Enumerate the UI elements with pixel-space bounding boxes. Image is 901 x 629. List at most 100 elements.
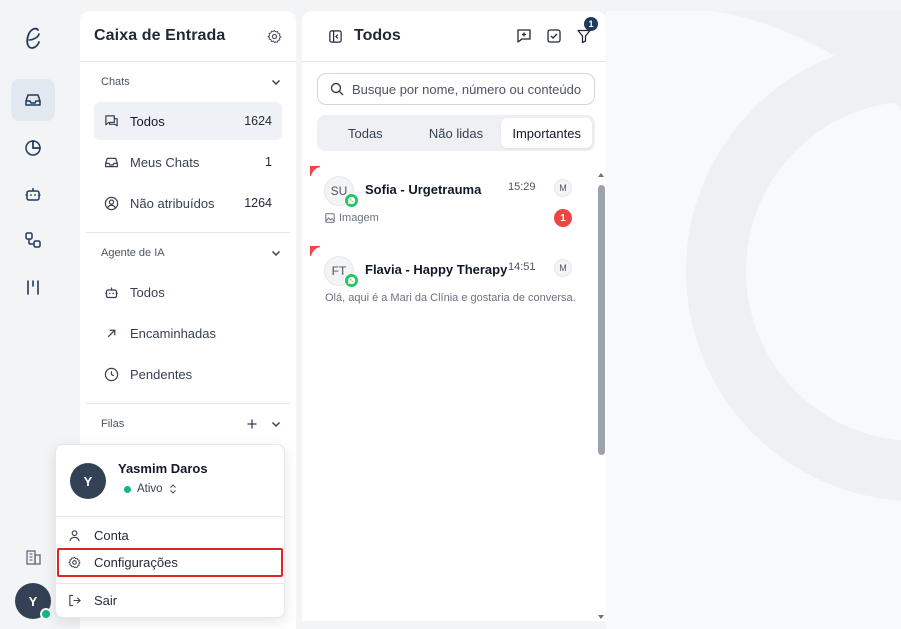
nav-item-label: Todos [130, 113, 165, 129]
scrollbar-thumb[interactable] [598, 185, 605, 455]
gear-icon [68, 556, 81, 569]
section-queues-label: Filas [101, 418, 125, 430]
nav-item-meus-chats[interactable]: Meus Chats 1 [94, 143, 282, 181]
search-input[interactable] [352, 81, 582, 97]
avatar-initial: Y [28, 593, 38, 609]
user-avatar: Y [70, 463, 106, 499]
message-time: 14:51 [508, 261, 536, 273]
plus-icon[interactable] [246, 418, 258, 430]
section-chats-label: Chats [101, 76, 130, 88]
user-circle-icon [104, 196, 119, 211]
message-time: 15:29 [508, 181, 536, 193]
rail-inbox-button[interactable] [11, 79, 55, 121]
new-chat-icon[interactable] [516, 28, 532, 44]
nav-item-ai-todos[interactable]: Todos [94, 273, 282, 311]
rail-reports-button[interactable] [11, 127, 55, 169]
clock-icon [104, 367, 119, 382]
gear-icon[interactable] [267, 29, 282, 44]
chevron-down-icon[interactable] [270, 76, 282, 88]
status-label: Ativo [137, 483, 163, 495]
filter-tabs: Todas Não lidas Importantes [317, 115, 595, 151]
message-preview: Olá, aqui é a Mari da Clínia e gostaria … [325, 292, 575, 304]
message-preview: Imagem [325, 212, 575, 224]
section-chats-header[interactable]: Chats [80, 62, 296, 102]
arrow-up-right-icon [104, 326, 119, 341]
conversation-item[interactable]: FT Flavia - Happy Therapy 14:51 M Olá, a… [310, 246, 596, 322]
nav-item-todos[interactable]: Todos 1624 [94, 102, 282, 140]
menu-item-label: Sair [94, 592, 118, 608]
user-status-selector[interactable]: Ativo [124, 483, 177, 495]
checkbox-select-icon[interactable] [546, 28, 562, 44]
tab-importantes[interactable]: Importantes [501, 118, 593, 148]
filter-badge: 1 [584, 17, 598, 31]
contact-name: Sofia - Urgetrauma [365, 182, 482, 197]
nav-item-count: 1264 [244, 196, 272, 210]
menu-item-sair[interactable]: Sair [58, 587, 282, 613]
assignee-avatar: M [554, 259, 572, 277]
rail-organization-button[interactable] [11, 536, 55, 578]
background-decoration [676, 11, 901, 501]
menu-item-label: Conta [94, 527, 129, 543]
nav-item-label: Meus Chats [130, 154, 200, 170]
important-marker [310, 166, 320, 176]
sidebar-toggle-icon[interactable] [328, 29, 343, 44]
preview-text: Olá, aqui é a Mari da Clínia e gostaria … [325, 292, 575, 304]
preview-text: Imagem [339, 212, 379, 224]
rail-kanban-button[interactable] [11, 266, 55, 308]
rail-bots-button[interactable] [11, 173, 55, 215]
user-avatar-button[interactable]: Y [15, 583, 52, 620]
nav-item-count: 1 [265, 155, 272, 169]
scrollbar[interactable] [596, 171, 606, 621]
rail-flows-button[interactable] [11, 219, 55, 261]
assignee-avatar: M [554, 179, 572, 197]
chat-list-title: Todos [354, 27, 401, 44]
scroll-up-arrow[interactable] [596, 171, 606, 179]
section-ai-label: Agente de IA [101, 247, 165, 259]
app-logo[interactable] [21, 26, 45, 52]
nav-item-label: Não atribuídos [130, 195, 215, 211]
online-status-dot [40, 608, 52, 620]
nav-item-pendentes[interactable]: Pendentes [94, 355, 282, 393]
menu-item-configuracoes[interactable]: Configurações [57, 548, 283, 577]
building-icon [24, 548, 42, 566]
user-name: Yasmim Daros [118, 461, 208, 476]
section-ai-header[interactable]: Agente de IA [80, 233, 296, 273]
whatsapp-icon [344, 193, 359, 208]
scroll-down-arrow[interactable] [596, 613, 606, 621]
chat-list-panel: Todos 1 Todas Não lidas Importantes [302, 11, 606, 621]
section-queues-header[interactable]: Filas [80, 404, 296, 444]
pie-chart-icon [24, 139, 42, 157]
image-icon [325, 213, 335, 223]
divider [56, 583, 284, 584]
search-box[interactable] [317, 73, 595, 105]
nav-item-label: Encaminhadas [130, 325, 216, 341]
conversation-item[interactable]: SU Sofia - Urgetrauma 15:29 M Imagem 1 [310, 166, 596, 242]
tab-todas[interactable]: Todas [320, 118, 411, 148]
unread-badge: 1 [554, 209, 572, 227]
chats-icon [104, 114, 119, 129]
nav-item-label: Pendentes [130, 366, 193, 382]
inbox-title: Caixa de Entrada [94, 27, 226, 44]
bot-icon [24, 185, 42, 203]
contact-name: Flavia - Happy Therapy [365, 262, 508, 277]
nav-item-nao-atribuidos[interactable]: Não atribuídos 1264 [94, 184, 282, 222]
status-dot [124, 485, 131, 493]
conversation-empty-area [606, 11, 901, 629]
nav-item-encaminhadas[interactable]: Encaminhadas [94, 314, 282, 352]
user-menu-popover: Y Yasmim Daros Ativo Conta Configurações… [55, 444, 285, 618]
logout-icon [68, 594, 81, 607]
menu-item-conta[interactable]: Conta [58, 522, 282, 548]
inbox-icon [104, 155, 119, 170]
flow-icon [24, 231, 42, 249]
whatsapp-icon [344, 273, 359, 288]
chevron-down-icon[interactable] [270, 247, 282, 259]
user-icon [68, 529, 81, 542]
divider [56, 516, 284, 517]
important-marker [310, 246, 320, 256]
search-icon [330, 82, 344, 96]
kanban-icon [24, 278, 42, 296]
inbox-icon [24, 91, 42, 109]
tab-nao-lidas[interactable]: Não lidas [411, 118, 502, 148]
filter-button[interactable]: 1 [576, 17, 598, 44]
chevron-down-icon[interactable] [270, 418, 282, 430]
